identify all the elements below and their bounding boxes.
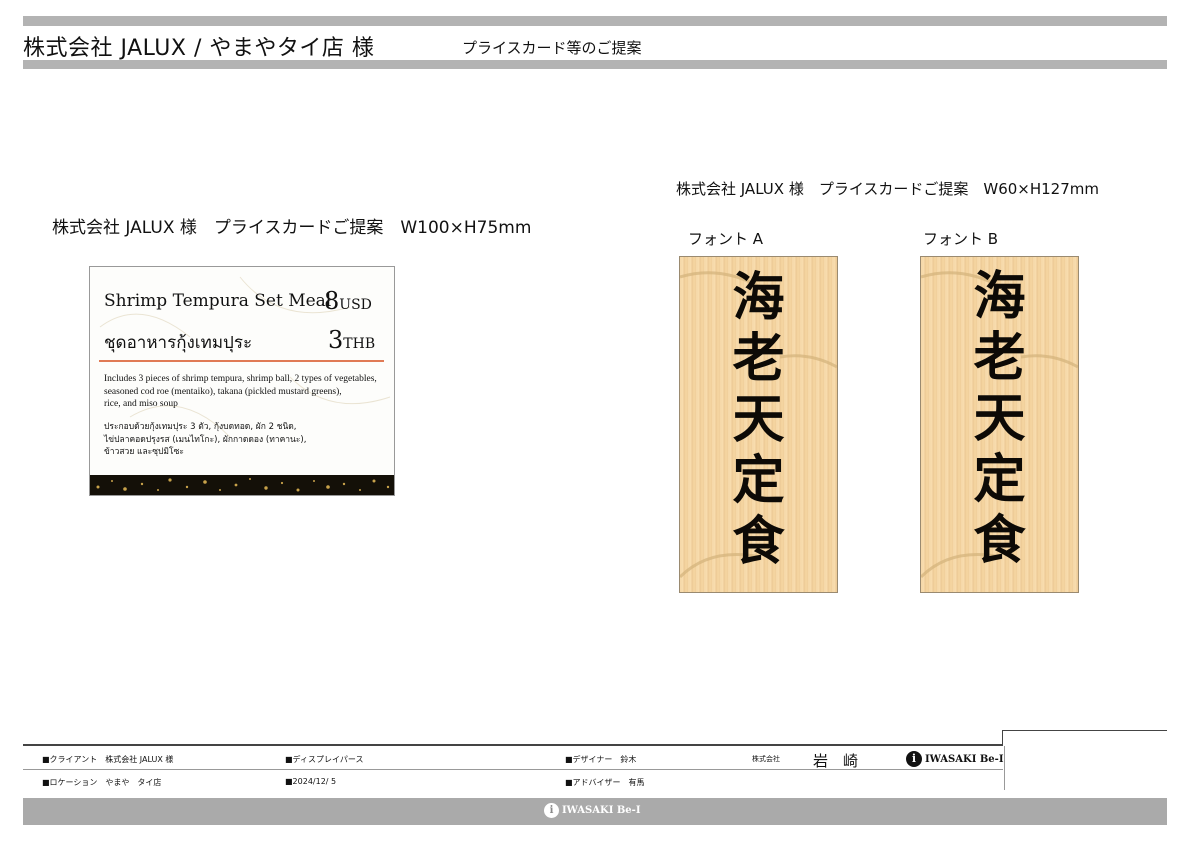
font-b-label: フォント B [923, 230, 999, 248]
desc-th-line: ข้าวสวย และซุปมิโซะ [104, 447, 184, 457]
footer-right-vertical [1004, 746, 1005, 790]
price-usd: 8 [324, 287, 340, 315]
item-name-th: ชุดอาหารกุ้งเทมปุระ [104, 333, 253, 353]
item-name-en: Shrimp Tempura Set Meal [104, 291, 332, 311]
footer-company-prefix: 株式会社 [752, 755, 780, 763]
vertical-text-font-a: 海 老 天 定 食 [680, 267, 837, 572]
vertical-text-font-b: 海 老 天 定 食 [921, 267, 1078, 572]
page-title: 株式会社 JALUX / やまやタイ店 様 [23, 36, 375, 61]
footer-step-top [1002, 730, 1167, 731]
footer-logo: i IWASAKI Be-I [906, 751, 1004, 767]
price-card-horizontal: Shrimp Tempura Set Meal 8USD ชุดอาหารกุ้… [89, 266, 395, 496]
footer-company-name: 岩 崎 [813, 752, 859, 770]
desc-th-line: ไข่ปลาคอดปรุงรส (เมนไทโกะ), ผักกาดดอง (ท… [104, 434, 307, 445]
desc-en-line: Includes 3 pieces of shrimp tempura, shr… [104, 374, 377, 384]
vertical-char: 海 [973, 267, 1026, 327]
footer-designer: ■デザイナー 鈴木 [565, 755, 637, 764]
vertical-char: 海 [732, 267, 785, 328]
font-a-label: フォント A [688, 230, 764, 248]
vertical-char: 天 [973, 389, 1026, 449]
vertical-char: 食 [732, 511, 785, 572]
currency-usd: USD [339, 297, 372, 313]
bottom-bar: i IWASAKI Be-I [23, 798, 1167, 825]
iwasaki-logo-icon: i [906, 751, 922, 767]
footer-logo-text: IWASAKI Be-I [925, 753, 1004, 765]
header-bottom-bar [23, 60, 1167, 69]
right-section-title: 株式会社 JALUX 様 プライスカードご提案 W60×H127mm [676, 180, 1099, 198]
footer-date: ■2024/12/ 5 [285, 777, 337, 786]
vertical-char: 老 [973, 328, 1026, 388]
description-th: ประกอบด้วยกุ้งเทมปุระ 3 ตัว, กุ้งบดทอด, … [104, 421, 306, 459]
header-top-bar [23, 16, 1167, 26]
description-en: Includes 3 pieces of shrimp tempura, shr… [104, 373, 377, 411]
page-subtitle: プライスカード等のご提案 [462, 39, 642, 57]
vertical-char: 定 [732, 450, 785, 511]
price-usd-group: 8USD [324, 287, 372, 315]
footer-location: ■ロケーション やまや タイ店 [42, 778, 162, 787]
gold-pattern-band [90, 475, 394, 495]
vertical-char: 天 [732, 389, 785, 450]
desc-en-line: rice, and miso soup [104, 399, 178, 409]
footer-advisor: ■アドバイザー 有馬 [565, 778, 645, 787]
footer-client: ■クライアント 株式会社 JALUX 様 [42, 755, 174, 764]
footer-top-line [23, 744, 1003, 746]
price-thb: 3 [328, 326, 344, 354]
desc-th-line: ประกอบด้วยกุ้งเทมปุระ 3 ตัว, กุ้งบดทอด, … [104, 422, 297, 432]
vertical-char: 食 [973, 511, 1026, 571]
price-card-vertical-font-b: 海 老 天 定 食 [920, 256, 1079, 593]
footer-step-vertical [1002, 730, 1003, 745]
vertical-char: 老 [732, 328, 785, 389]
iwasaki-logo-icon: i [544, 803, 559, 818]
bottom-logo: i IWASAKI Be-I [544, 803, 641, 818]
currency-thb: THB [343, 336, 376, 352]
footer-type: ■ディスプレイパース [285, 755, 364, 764]
divider-line [99, 360, 384, 362]
price-card-vertical-font-a: 海 老 天 定 食 [679, 256, 838, 593]
desc-en-line: seasoned cod roe (mentaiko), takana (pic… [104, 386, 342, 397]
vertical-char: 定 [973, 450, 1026, 510]
price-thb-group: 3THB [328, 326, 375, 354]
bottom-logo-text: IWASAKI Be-I [562, 805, 641, 816]
left-section-title: 株式会社 JALUX 様 プライスカードご提案 W100×H75mm [52, 218, 532, 238]
gold-speckles [96, 478, 390, 492]
